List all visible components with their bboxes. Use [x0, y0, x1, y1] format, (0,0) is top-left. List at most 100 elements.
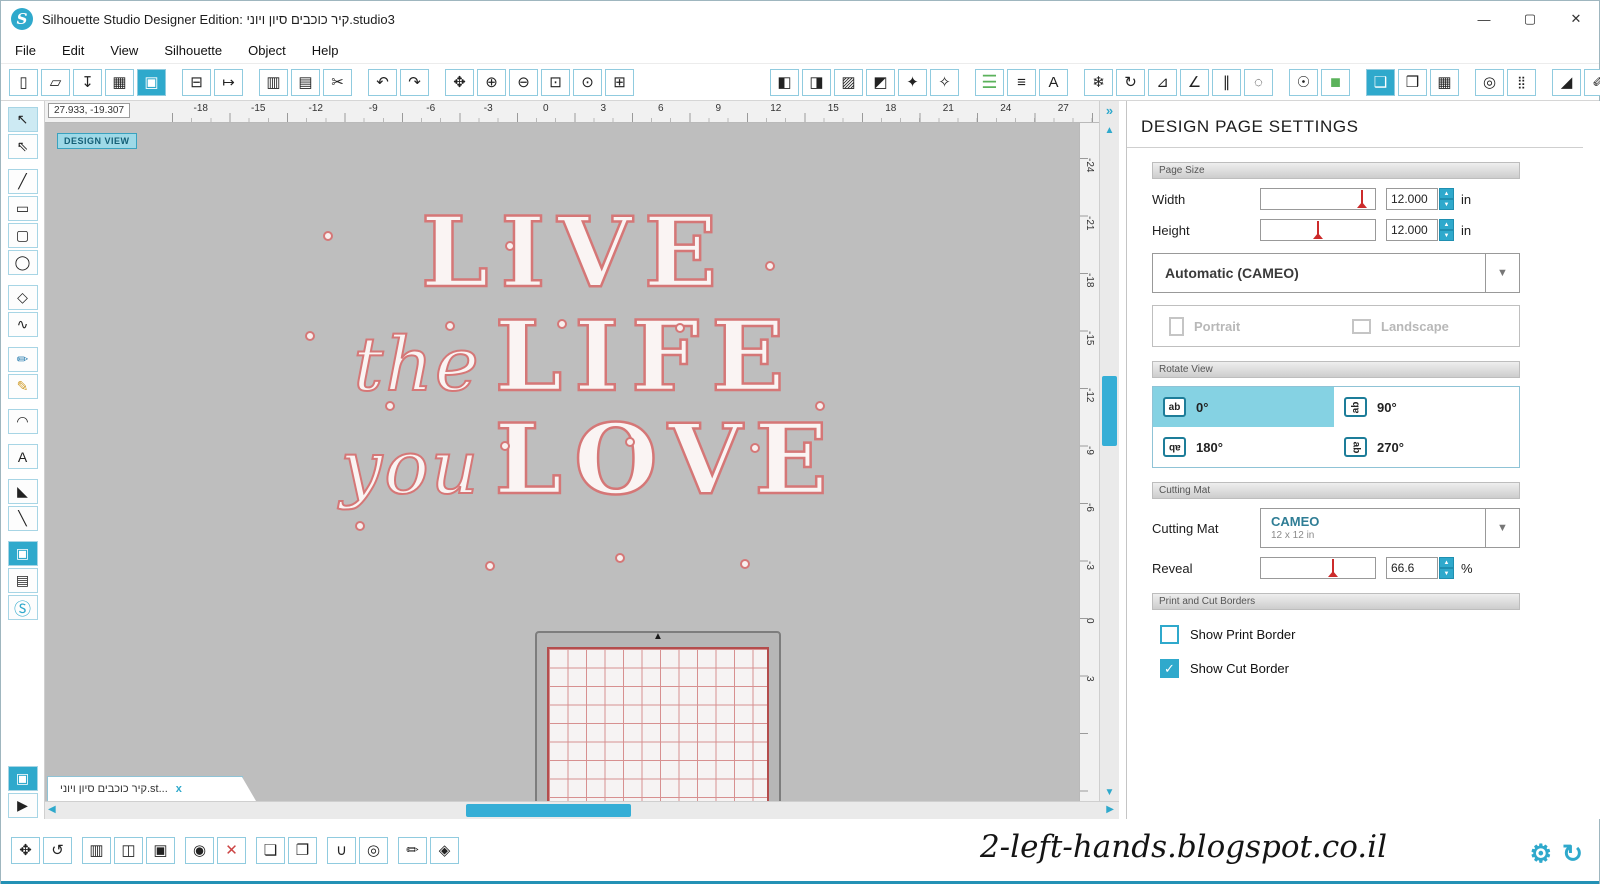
close-button[interactable]: ✕: [1553, 1, 1599, 37]
curve-tool-icon[interactable]: ∿: [7, 312, 38, 337]
rotate-0-button[interactable]: ab 0°: [1153, 387, 1334, 427]
redo-icon[interactable]: ↷: [400, 68, 429, 96]
page-tools-icon[interactable]: ❒: [1398, 68, 1427, 96]
width-input[interactable]: [1386, 188, 1438, 210]
show-print-border-checkbox[interactable]: [1160, 625, 1179, 644]
text-tool-icon[interactable]: A: [7, 444, 38, 469]
zoom-in-icon[interactable]: ⊕: [477, 68, 506, 96]
arc-tool-icon[interactable]: ◠: [7, 409, 38, 434]
move-panel-icon[interactable]: ✥: [11, 836, 40, 864]
portrait-button[interactable]: Portrait: [1153, 306, 1336, 346]
open-file-icon[interactable]: ▱: [41, 68, 70, 96]
knife-tool-icon[interactable]: ╲: [7, 506, 38, 531]
fill-pattern-icon[interactable]: ▨: [834, 68, 863, 96]
trace-icon[interactable]: ◌: [1244, 68, 1273, 96]
width-slider[interactable]: [1260, 188, 1376, 210]
minimize-button[interactable]: —: [1461, 1, 1507, 37]
page-preset-dropdown[interactable]: Automatic (CAMEO) ▼: [1152, 253, 1520, 293]
menu-item[interactable]: File: [15, 43, 36, 58]
ellipse-tool-icon[interactable]: ◯: [7, 250, 38, 275]
dropdown-arrow-icon[interactable]: ▼: [1485, 509, 1519, 547]
zoom-selection-icon[interactable]: ⊡: [541, 68, 570, 96]
shear-icon[interactable]: ∠: [1180, 68, 1209, 96]
scroll-right-icon[interactable]: ▶: [1106, 804, 1114, 815]
eraser-icon[interactable]: ◢: [1552, 68, 1581, 96]
expand-toolbar-icon[interactable]: ▶: [7, 793, 38, 818]
zoom-drawing-icon[interactable]: ⊙: [573, 68, 602, 96]
draw-pencil-tool-icon[interactable]: ✏: [7, 347, 38, 372]
send-panel-icon[interactable]: ▣: [7, 766, 38, 791]
fill-color-icon[interactable]: ◧: [770, 68, 799, 96]
nest-icon[interactable]: ↻: [1116, 68, 1145, 96]
scroll-up-icon[interactable]: ▲: [1100, 125, 1119, 136]
line-tool-icon[interactable]: ╱: [7, 169, 38, 194]
menu-item[interactable]: Object: [248, 43, 286, 58]
save-to-library-icon[interactable]: ▣: [137, 68, 166, 96]
settings-gear-icon[interactable]: ⚙: [1530, 839, 1552, 869]
pan-icon[interactable]: ✥: [445, 68, 474, 96]
stepper-up-icon[interactable]: ▲: [1439, 188, 1454, 199]
color-swatch-icon[interactable]: ■: [1321, 68, 1350, 96]
stepper-up-icon[interactable]: ▲: [1439, 557, 1454, 568]
reveal-input[interactable]: [1386, 557, 1438, 579]
cutting-mat-dropdown[interactable]: CAMEO 12 x 12 in ▼: [1260, 508, 1520, 548]
rounded-rectangle-tool-icon[interactable]: ▢: [7, 223, 38, 248]
vertical-scroll-thumb[interactable]: [1102, 376, 1117, 446]
show-cut-border-checkbox[interactable]: ✓: [1160, 659, 1179, 678]
fit-to-window-icon[interactable]: ⊞: [605, 68, 634, 96]
scale-icon[interactable]: ⊿: [1148, 68, 1177, 96]
eraser-tool-icon[interactable]: ◣: [7, 479, 38, 504]
store-panel-icon[interactable]: Ⓢ: [7, 595, 38, 620]
slider-marker[interactable]: [1312, 221, 1323, 239]
time-icon[interactable]: ☉: [1289, 68, 1318, 96]
undo-icon[interactable]: ↶: [368, 68, 397, 96]
tab-close-icon[interactable]: x: [176, 783, 182, 795]
bring-to-front-icon[interactable]: ❏: [256, 836, 285, 864]
document-tab[interactable]: קיר כוכבים סיון ויוני.st... x: [47, 776, 256, 801]
copy-icon[interactable]: ▥: [259, 68, 288, 96]
scroll-down-icon[interactable]: ▼: [1100, 787, 1119, 798]
height-slider[interactable]: [1260, 219, 1376, 241]
align-icon[interactable]: ∥: [1212, 68, 1241, 96]
shadow-icon[interactable]: ◩: [866, 68, 895, 96]
polygon-tool-icon[interactable]: ◇: [7, 285, 38, 310]
slider-marker[interactable]: [1357, 190, 1368, 208]
replicate-icon[interactable]: ❄: [1084, 68, 1113, 96]
mirror-icon[interactable]: ◫: [114, 836, 143, 864]
pixscan-icon[interactable]: ⣿: [1507, 68, 1536, 96]
rotate-270-button[interactable]: ab 270°: [1334, 427, 1519, 467]
group-icon[interactable]: ◉: [185, 836, 214, 864]
rotate-180-button[interactable]: ab 180°: [1153, 427, 1334, 467]
knife-icon[interactable]: ✐: [1584, 68, 1600, 96]
design-artwork[interactable]: LIVE the LIFE you LOVE: [295, 200, 855, 571]
effects-icon[interactable]: ✧: [930, 68, 959, 96]
emboss-icon[interactable]: ◈: [430, 836, 459, 864]
rotate-panel-icon[interactable]: ↺: [43, 836, 72, 864]
delete-icon[interactable]: ✕: [217, 836, 246, 864]
stepper-down-icon[interactable]: ▼: [1439, 568, 1454, 579]
line-style-icon[interactable]: ≡: [1007, 68, 1036, 96]
stepper-down-icon[interactable]: ▼: [1439, 230, 1454, 241]
menu-item[interactable]: View: [110, 43, 138, 58]
preview-panel-icon[interactable]: ▣: [7, 541, 38, 566]
drawing-canvas[interactable]: DESIGN VIEW LIVE the LIFE you LOVE ▲: [45, 123, 1079, 801]
highlighter-tool-icon[interactable]: ✎: [7, 374, 38, 399]
landscape-button[interactable]: Landscape: [1336, 306, 1519, 346]
reveal-slider[interactable]: [1260, 557, 1376, 579]
library-panel-icon[interactable]: ▤: [7, 568, 38, 593]
rotate-90-button[interactable]: ab 90°: [1334, 387, 1519, 427]
import-file-icon[interactable]: ↧: [73, 68, 102, 96]
menu-item[interactable]: Help: [312, 43, 339, 58]
stack-icon[interactable]: ▣: [146, 836, 175, 864]
send-to-silhouette-icon[interactable]: ↦: [214, 68, 243, 96]
slider-marker[interactable]: [1327, 559, 1338, 577]
print-icon[interactable]: ⊟: [182, 68, 211, 96]
select-tool-icon[interactable]: ↖: [7, 107, 38, 132]
save-icon[interactable]: ▦: [105, 68, 134, 96]
stepper-down-icon[interactable]: ▼: [1439, 199, 1454, 210]
text-style-icon[interactable]: A: [1039, 68, 1068, 96]
sync-icon[interactable]: ↻: [1562, 839, 1583, 869]
fill-gradient-icon[interactable]: ◨: [802, 68, 831, 96]
cut-icon[interactable]: ✂: [323, 68, 352, 96]
star-icon[interactable]: ✦: [898, 68, 927, 96]
